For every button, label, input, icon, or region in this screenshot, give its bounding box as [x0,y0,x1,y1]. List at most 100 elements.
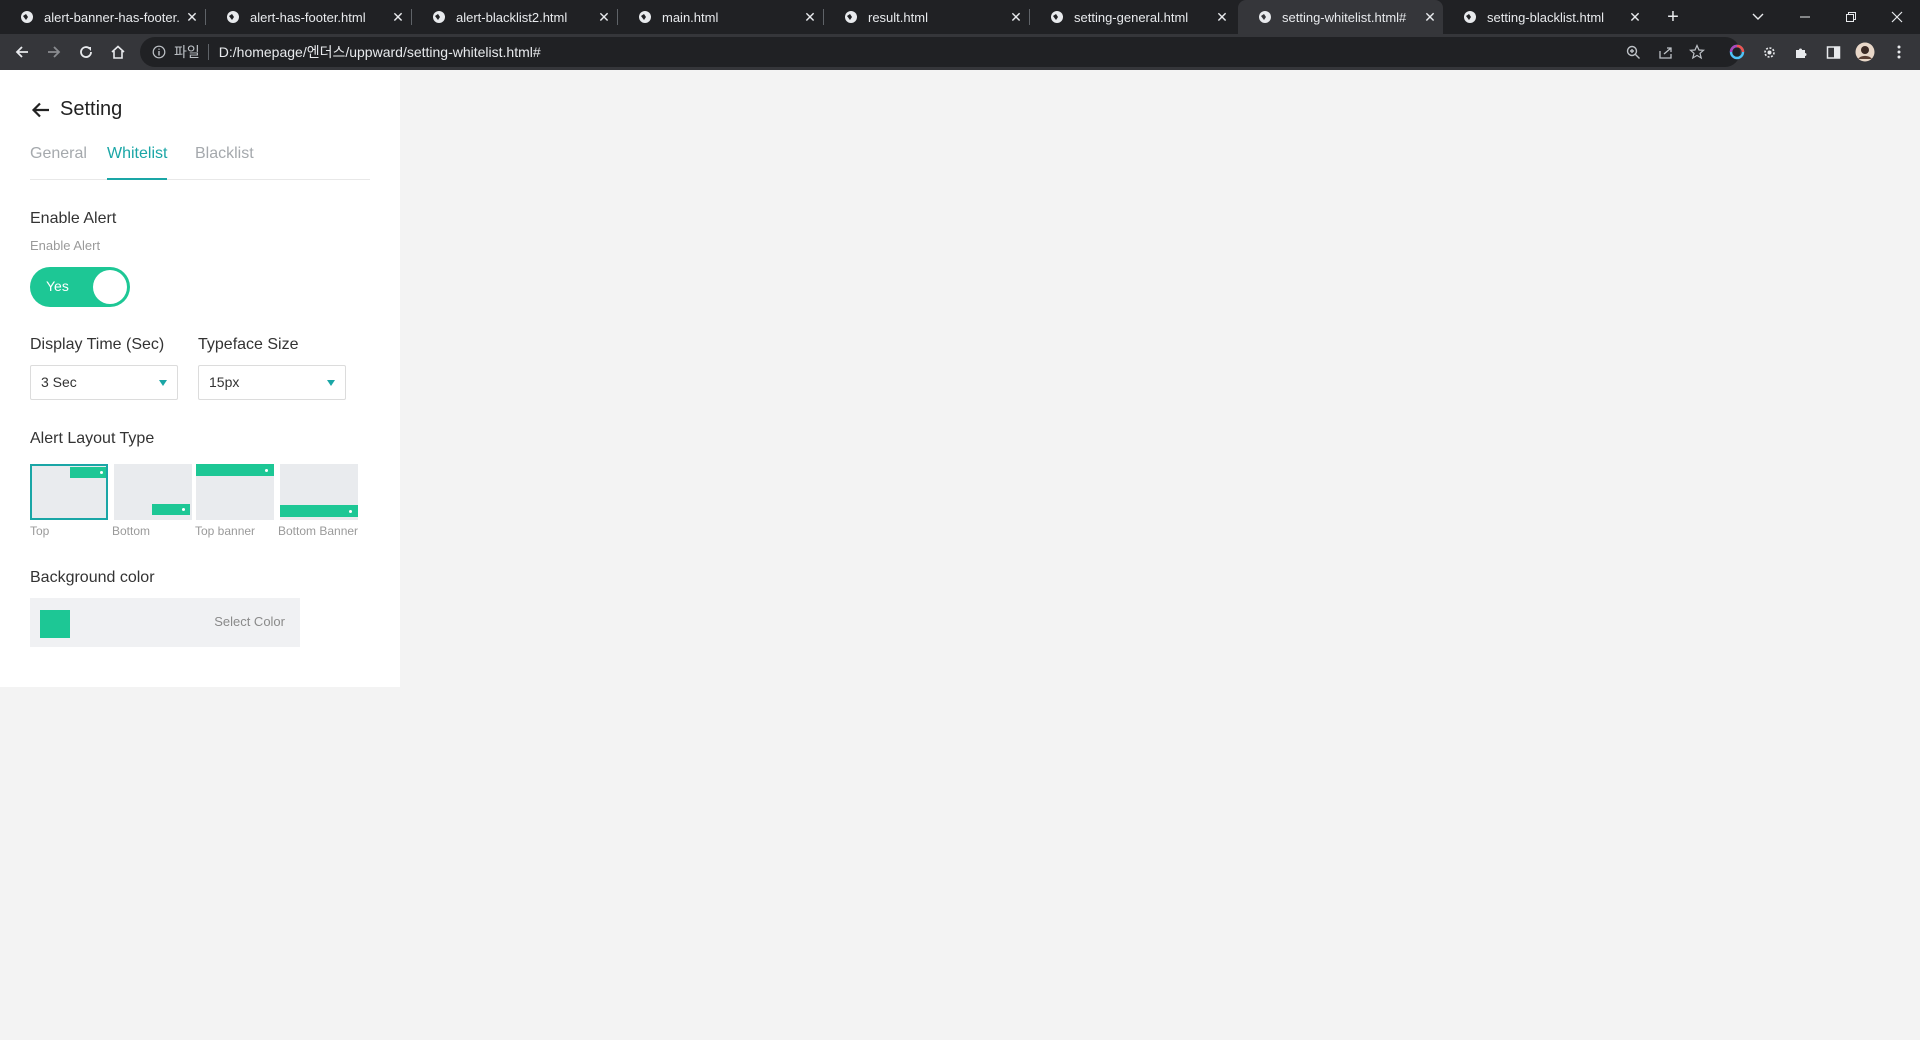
profile-button[interactable] [1854,41,1876,63]
browser-tab[interactable]: result.html ✕ [824,0,1029,34]
tab-blacklist[interactable]: Blacklist [195,142,254,180]
url-text: D:/homepage/엔더스/uppward/setting-whitelis… [218,44,541,60]
layout-option-bottom-banner[interactable] [280,464,358,520]
side-panel-button[interactable] [1822,41,1844,63]
new-tab-button[interactable]: + [1660,4,1686,30]
close-icon[interactable]: ✕ [1209,9,1235,26]
restore-button[interactable] [1828,0,1874,34]
forward-icon [48,46,61,58]
caret-down-icon [327,380,335,386]
enable-alert-sublabel: Enable Alert [30,238,101,253]
tab-title: result.html [868,9,928,25]
tab-title: alert-blacklist2.html [456,9,568,25]
globe-icon [845,11,857,23]
share-button[interactable] [1654,41,1676,63]
browser-tab[interactable]: main.html ✕ [618,0,823,34]
color-swatch [40,610,70,638]
browser-toolbar: 파일 D:/homepage/엔더스/uppward/setting-white… [0,34,1920,70]
profile-avatar [1855,42,1875,62]
home-button[interactable] [104,38,132,66]
close-icon[interactable]: ✕ [591,9,617,26]
browser-tab[interactable]: alert-blacklist2.html ✕ [412,0,617,34]
close-dot [100,471,103,474]
toggle-text: Yes [46,278,69,294]
globe-icon [1051,11,1063,23]
display-time-value: 3 Sec [41,374,77,390]
close-dot [349,510,352,513]
back-arrow-icon[interactable] [30,99,52,121]
close-icon[interactable]: ✕ [1622,9,1648,26]
browser-tab-active[interactable]: setting-whitelist.html# ✕ [1238,0,1443,34]
tab-search-button[interactable] [1735,0,1781,34]
window-close-button[interactable] [1874,0,1920,34]
background-color-picker[interactable]: Select Color [30,598,300,647]
extension-gear-button[interactable] [1758,41,1780,63]
puzzle-icon [1795,48,1806,58]
bookmark-button[interactable] [1686,41,1708,63]
minimize-icon [1800,16,1810,18]
globe-icon [227,11,239,23]
page-title: Setting [60,98,123,120]
globe-icon [21,11,33,23]
close-icon[interactable]: ✕ [797,9,823,26]
tab-title: setting-blacklist.html [1487,9,1605,25]
tab-general[interactable]: General [30,142,87,180]
info-icon [152,45,166,59]
globe-icon [433,11,445,23]
zoom-button[interactable] [1622,41,1644,63]
layout-caption-bottom: Bottom [112,524,151,538]
toggle-knob [93,270,127,304]
minimize-button[interactable] [1782,0,1828,34]
browser-menu-button[interactable] [1888,41,1910,63]
tab-title: alert-banner-has-footer.html [44,9,179,25]
home-icon [111,45,125,59]
alert-layout-label: Alert Layout Type [30,430,155,447]
alert-preview-bar [196,464,274,476]
page-viewport: Setting General Whitelist Blacklist Enab… [0,70,1920,1040]
layout-option-top[interactable] [30,464,108,520]
zoom-icon [1626,45,1640,59]
enable-alert-label: Enable Alert [30,210,117,227]
extensions-button[interactable] [1790,41,1812,63]
globe-icon [1259,11,1271,23]
address-divider [207,44,209,60]
close-icon[interactable]: ✕ [1417,9,1443,26]
settings-panel: Setting General Whitelist Blacklist Enab… [0,70,400,687]
close-icon[interactable]: ✕ [179,9,205,26]
chevron-down-icon [1752,13,1764,20]
extension-color-button[interactable] [1726,41,1748,63]
enable-alert-toggle[interactable]: Yes [30,267,130,307]
forward-button[interactable] [40,38,68,66]
close-icon[interactable]: ✕ [1003,9,1029,26]
reload-button[interactable] [72,38,100,66]
browser-tab[interactable]: setting-blacklist.html ✕ [1443,0,1648,34]
scheme-label: 파일 [174,44,200,60]
color-ring-icon [1729,44,1745,60]
close-icon[interactable]: ✕ [385,9,411,26]
select-color-button[interactable]: Select Color [214,614,285,629]
settings-tabs: General Whitelist Blacklist [30,142,370,180]
back-icon [15,46,28,58]
tab-title: setting-whitelist.html# [1282,9,1407,25]
background-color-label: Background color [30,569,155,586]
address-bar[interactable]: 파일 D:/homepage/엔더스/uppward/setting-white… [140,37,1740,67]
browser-tab[interactable]: setting-general.html ✕ [1030,0,1235,34]
typeface-size-label: Typeface Size [198,336,299,353]
display-time-select[interactable]: 3 Sec [30,365,178,400]
display-time-label: Display Time (Sec) [30,336,165,353]
close-dot [265,469,268,472]
menu-icon [1897,45,1901,59]
close-dot [182,508,185,511]
typeface-size-select[interactable]: 15px [198,365,346,400]
globe-icon [1464,11,1476,23]
browser-tab[interactable]: alert-has-footer.html ✕ [206,0,411,34]
browser-tabstrip: alert-banner-has-footer.html ✕ alert-has… [0,0,1920,34]
browser-tab[interactable]: alert-banner-has-footer.html ✕ [0,0,205,34]
layout-caption-top-banner: Top banner [195,524,256,538]
star-icon [1689,44,1705,60]
tab-whitelist[interactable]: Whitelist [107,142,168,180]
layout-option-top-banner[interactable] [196,464,274,520]
back-button[interactable] [8,38,36,66]
caret-down-icon [159,380,167,386]
layout-option-bottom[interactable] [114,464,192,520]
